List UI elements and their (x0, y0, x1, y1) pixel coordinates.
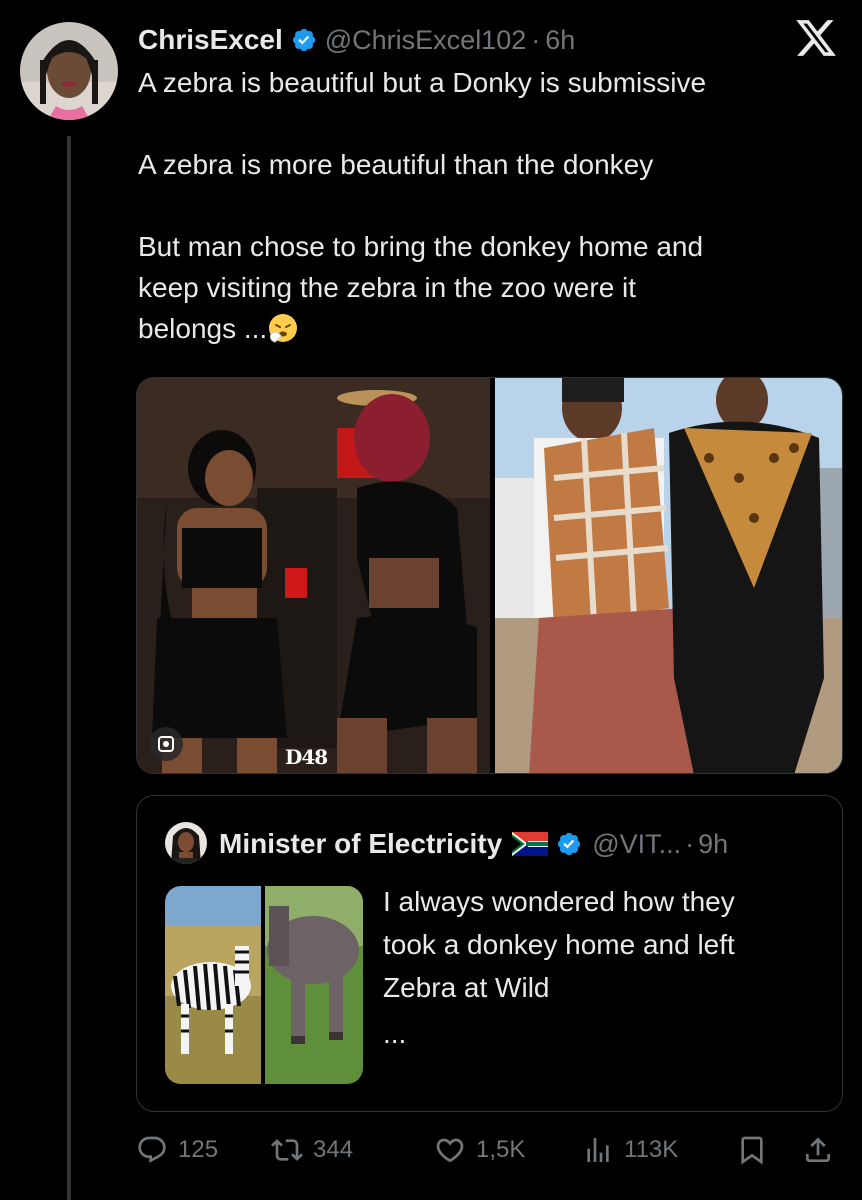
media-image-party[interactable]: D48 (137, 378, 490, 773)
x-logo-icon[interactable] (794, 16, 838, 60)
retweet-count: 344 (313, 1136, 354, 1163)
views-count: 113K (624, 1136, 679, 1163)
donkey-image[interactable] (265, 886, 363, 1084)
quoted-tweet-media[interactable] (165, 886, 363, 1084)
tweet-text-line: But man chose to bring the donkey home a… (138, 231, 704, 262)
quoted-tweet[interactable]: Minister of Electricity @VIT... · 9h I a… (136, 795, 843, 1112)
quoted-tweet-header: Minister of Electricity @VIT... · 9h (219, 824, 728, 864)
zebra-image[interactable] (165, 886, 261, 1084)
quoted-verified-badge-icon (558, 832, 581, 856)
reply-count: 125 (178, 1136, 219, 1163)
quoted-header-separator: · (685, 828, 695, 859)
reply-button[interactable]: 125 (136, 1124, 218, 1176)
party-photo (137, 378, 490, 773)
retweet-icon (271, 1139, 303, 1161)
quoted-author-handle[interactable]: @VIT... (592, 829, 681, 860)
heart-icon (436, 1138, 464, 1163)
quoted-tweet-timestamp[interactable]: 9h (698, 829, 728, 860)
share-icon (806, 1137, 830, 1162)
quoted-avatar-image (165, 822, 207, 864)
quoted-author-display-name[interactable]: Minister of Electricity (219, 828, 502, 860)
share-button[interactable] (802, 1124, 844, 1176)
verified-badge-icon (292, 28, 315, 52)
views-button[interactable]: 113K (582, 1124, 678, 1176)
header-separator: · (531, 24, 541, 55)
author-display-name[interactable]: ChrisExcel (138, 24, 283, 56)
author-handle[interactable]: @ChrisExcel102 (325, 25, 527, 56)
quoted-text-line: I always wondered how they (383, 886, 735, 917)
avatar-image (20, 22, 118, 120)
author-avatar[interactable] (20, 22, 118, 120)
quoted-tweet-body: I always wondered how they took a donkey… (383, 880, 823, 1009)
thread-connector-line (67, 136, 71, 1200)
like-button[interactable]: 1,5K (434, 1124, 525, 1176)
tweet-text-line: belongs ... (138, 313, 268, 344)
tweet-text-line: keep visiting the zebra in the zoo were … (138, 272, 637, 303)
media-divider (491, 378, 495, 773)
image-watermark: D48 (285, 745, 328, 769)
couple-photo (494, 378, 842, 773)
bookmark-button[interactable] (736, 1124, 778, 1176)
lens-search-icon[interactable] (149, 727, 183, 761)
tweet-text-line: A zebra is beautiful but a Donky is subm… (138, 67, 707, 98)
tweet-action-bar: 125 344 1,5K 113K (136, 1124, 843, 1176)
quoted-author-avatar[interactable] (165, 822, 207, 864)
quoted-text-line: Zebra at Wild (383, 972, 550, 1003)
sneezing-face-emoji-icon (269, 314, 298, 343)
like-count: 1,5K (476, 1136, 526, 1163)
tweet-header: ChrisExcel @ChrisExcel102 · 6h (138, 20, 575, 60)
tweet-text-line: A zebra is more beautiful than the donke… (138, 149, 654, 180)
tweet-timestamp[interactable]: 6h (545, 25, 575, 56)
zebra-photo (165, 886, 261, 1084)
media-image-couple[interactable] (494, 378, 842, 773)
views-chart-icon (587, 1138, 609, 1162)
donkey-photo (265, 886, 363, 1084)
reply-icon (138, 1136, 166, 1163)
quoted-text-line: took a donkey home and left (383, 929, 735, 960)
quoted-text-more[interactable]: ... (383, 1018, 406, 1050)
tweet-body: A zebra is beautiful but a Donky is subm… (138, 62, 828, 349)
retweet-button[interactable]: 344 (271, 1124, 353, 1176)
south-africa-flag-icon (512, 832, 549, 856)
bookmark-icon (741, 1136, 763, 1165)
tweet-media[interactable]: D48 (136, 377, 843, 774)
